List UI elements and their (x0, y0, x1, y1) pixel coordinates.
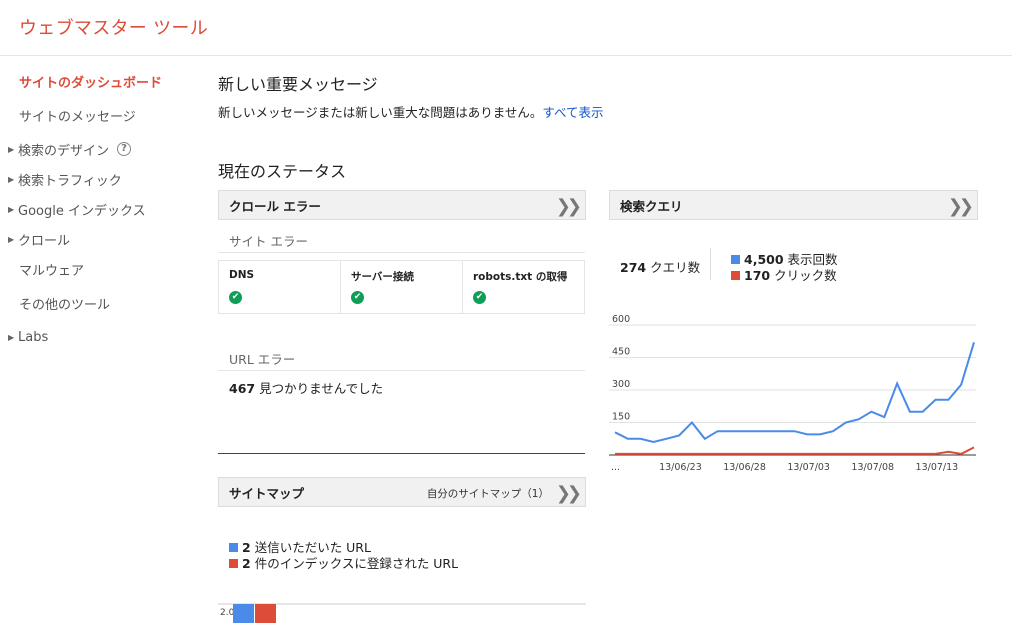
server-connectivity-cell[interactable]: サーバー接続 ✔ (341, 261, 463, 313)
clicks-legend: 170 クリック数 (731, 265, 837, 284)
search-queries-title: 検索クエリ (620, 198, 683, 214)
chevron-double-right-icon[interactable]: ❯❯ (556, 196, 582, 217)
x-tick-label: 13/07/13 (916, 462, 959, 473)
check-circle-icon: ✔ (473, 291, 486, 304)
sidebar-item-label: 検索トラフィック (18, 173, 122, 189)
sidebar-item-crawl[interactable]: ▶ クロール (0, 227, 70, 251)
messages-heading: 新しい重要メッセージ (218, 75, 378, 94)
sidebar-item-google-index[interactable]: ▶ Google インデックス (0, 197, 146, 221)
sidebar-item-labs[interactable]: ▶ Labs (0, 325, 48, 349)
sidebar-item-dashboard[interactable]: サイトのダッシュボード (0, 69, 162, 93)
sidebar-item-search-appearance[interactable]: ▶ 検索のデザイン ? (0, 137, 132, 161)
query-count: 274 クエリ数 (620, 260, 701, 275)
site-errors-table: DNS ✔ サーバー接続 ✔ robots.txt の取得 ✔ (218, 260, 585, 314)
y-tick-label: 600 (612, 314, 630, 325)
divider (218, 252, 585, 253)
dns-label: DNS (229, 269, 255, 281)
sidebar-item-label: Labs (18, 329, 49, 345)
sidebar-item-malware[interactable]: マルウェア (0, 257, 84, 281)
sidebar-item-messages[interactable]: サイトのメッセージ (0, 103, 136, 127)
triangle-right-icon: ▶ (8, 332, 15, 342)
sitemaps-header[interactable]: サイトマップ 自分のサイトマップ（1） ❯❯ (218, 477, 586, 507)
y-tick-label: 150 (612, 412, 630, 423)
x-tick-label: ... (611, 462, 620, 473)
x-tick-label: 13/07/03 (787, 462, 830, 473)
sitemaps-title: サイトマップ (229, 485, 305, 501)
search-queries-chart: 600 450 300 150... 13/06/23 13/06/28 13/07/03 1… (609, 314, 976, 473)
crawl-errors-header[interactable]: クロール エラー ❯❯ (218, 190, 586, 220)
url-error-summary[interactable]: 467 見つかりませんでした (229, 378, 383, 397)
sidebar-item-label: サイトのメッセージ (19, 109, 136, 125)
sidebar-item-label: Google インデックス (18, 203, 146, 219)
my-sitemaps-link[interactable]: 自分のサイトマップ（1） (427, 486, 549, 501)
help-icon[interactable]: ? (117, 142, 132, 156)
sidebar-item-label: サイトのダッシュボード (19, 75, 163, 91)
site-errors-label: サイト エラー (229, 234, 308, 249)
top-bar: ウェブマスター ツール (0, 0, 1012, 56)
search-queries-header[interactable]: 検索クエリ ❯❯ (609, 190, 978, 220)
triangle-right-icon: ▶ (8, 234, 15, 244)
bar[interactable] (255, 604, 276, 623)
app-title[interactable]: ウェブマスター ツール (19, 14, 208, 40)
y-tick-label: 450 (612, 347, 630, 358)
triangle-right-icon: ▶ (8, 204, 15, 214)
status-heading: 現在のステータス (218, 162, 347, 181)
divider (710, 248, 711, 280)
y-tick-label: 300 (612, 379, 630, 390)
server-connectivity-label: サーバー接続 (351, 271, 414, 283)
sitemap-legend-indexed: 2 件のインデックスに登録された URL (229, 553, 458, 572)
chevron-double-right-icon[interactable]: ❯❯ (556, 483, 582, 504)
crawl-errors-title: クロール エラー (229, 198, 321, 214)
messages-text: 新しいメッセージまたは新しい重大な問題はありません。すべて表示 (218, 105, 604, 120)
sidebar-item-label: 検索のデザイン (18, 143, 110, 159)
divider (218, 370, 585, 371)
triangle-right-icon: ▶ (8, 174, 15, 184)
check-circle-icon: ✔ (229, 291, 242, 304)
legend-swatch (731, 271, 740, 280)
bars-group (233, 604, 276, 623)
robots-fetch-cell[interactable]: robots.txt の取得 ✔ (463, 261, 584, 313)
legend-swatch (731, 255, 740, 264)
x-tick-label: 13/06/28 (723, 462, 766, 473)
sidebar-item-label: クロール (18, 233, 71, 249)
sitemap-chart: 2.0 (218, 603, 586, 623)
sidebar-item-other-tools[interactable]: その他のツール (0, 291, 110, 315)
check-circle-icon: ✔ (351, 291, 364, 304)
y-tick-label: 2.0 (220, 608, 235, 618)
x-tick-label: 13/07/08 (851, 462, 894, 473)
url-error-text: 見つかりませんでした (259, 381, 384, 396)
view-all-messages-link[interactable]: すべて表示 (542, 105, 603, 120)
url-error-count: 467 (229, 381, 256, 396)
divider (218, 453, 585, 454)
series-line[interactable] (615, 446, 975, 455)
sidebar-item-label: その他のツール (19, 297, 111, 313)
robots-fetch-label: robots.txt の取得 (473, 271, 568, 283)
bar[interactable] (233, 604, 254, 623)
triangle-right-icon: ▶ (8, 144, 15, 154)
chevron-double-right-icon[interactable]: ❯❯ (948, 196, 974, 217)
url-errors-label: URL エラー (229, 352, 296, 367)
legend-swatch (229, 543, 238, 552)
sidebar-item-search-traffic[interactable]: ▶ 検索トラフィック (0, 167, 122, 191)
sidebar-item-label: マルウェア (19, 263, 85, 279)
dns-status-cell[interactable]: DNS ✔ (219, 261, 341, 313)
legend-swatch (229, 559, 238, 568)
x-tick-label: 13/06/23 (659, 462, 702, 473)
